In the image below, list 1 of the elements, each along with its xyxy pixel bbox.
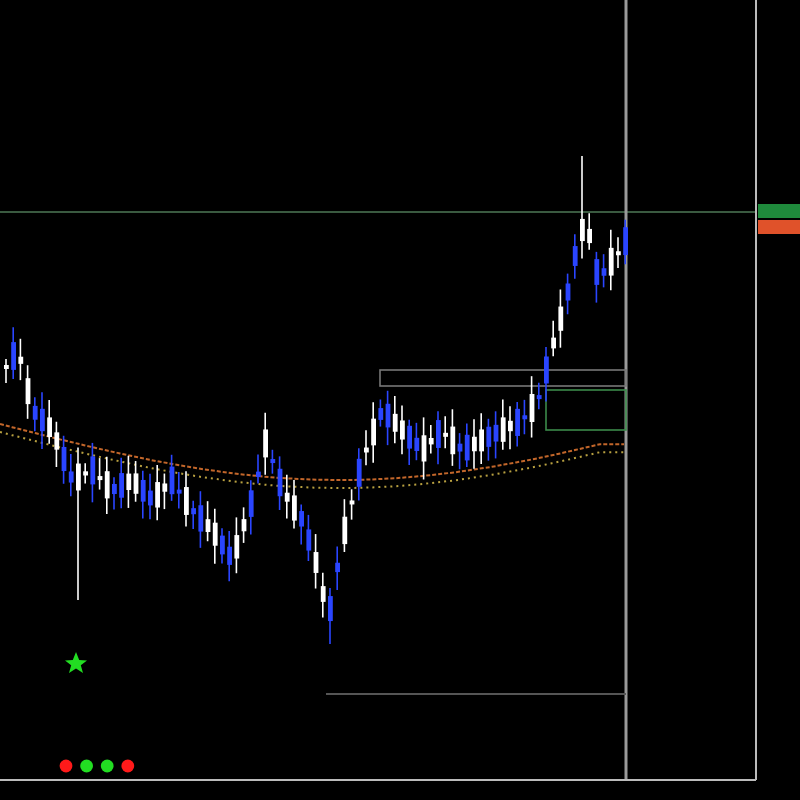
star-icon xyxy=(65,652,87,673)
